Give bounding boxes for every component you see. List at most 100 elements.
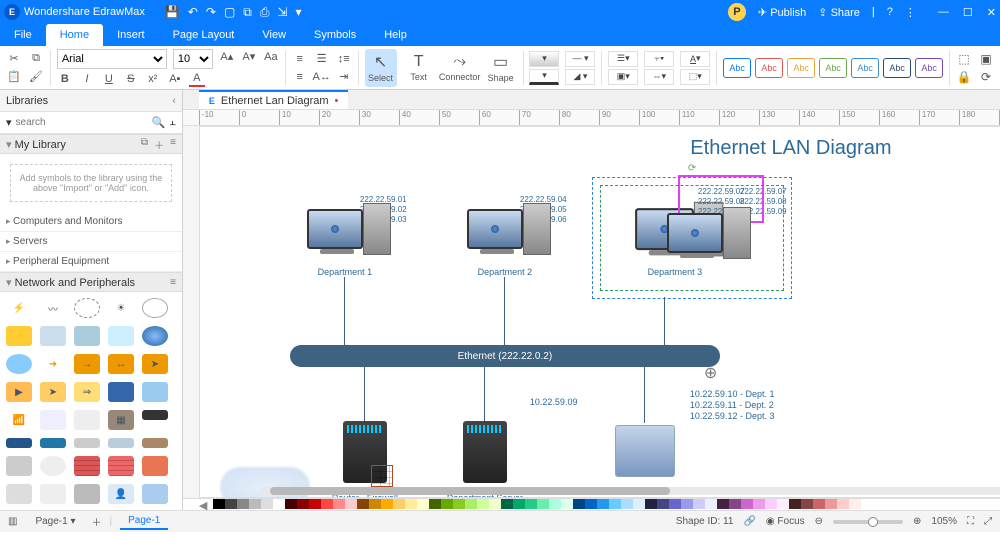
- tab-symbols[interactable]: Symbols: [300, 24, 370, 46]
- pages-icon[interactable]: ▥: [8, 516, 17, 527]
- add-page-icon[interactable]: ＋: [92, 514, 102, 529]
- open-icon[interactable]: ⧉: [243, 5, 252, 20]
- toback-icon[interactable]: ⬚: [956, 51, 972, 67]
- undo-icon[interactable]: ↶: [188, 5, 198, 20]
- print-icon[interactable]: ⎙: [260, 5, 270, 20]
- palette-swatch[interactable]: [429, 499, 441, 509]
- menu-icon[interactable]: ≡: [170, 137, 176, 152]
- palette-swatch[interactable]: [333, 499, 345, 509]
- quick-style[interactable]: Abc: [819, 58, 847, 78]
- shape-tool[interactable]: ▭Shape: [485, 49, 517, 87]
- ethernet-bus[interactable]: Ethernet (222.22.0.2): [290, 345, 720, 367]
- lock-icon[interactable]: 🔒: [956, 69, 972, 85]
- paste-icon[interactable]: 📋: [6, 69, 22, 85]
- palette-swatch[interactable]: [381, 499, 393, 509]
- italic-icon[interactable]: I: [79, 71, 95, 87]
- color-palette[interactable]: ◀: [183, 498, 1000, 510]
- align-v-icon[interactable]: ≡: [292, 69, 308, 85]
- palette-swatch[interactable]: [345, 499, 357, 509]
- zoom-slider[interactable]: [833, 520, 903, 524]
- palette-swatch[interactable]: [285, 499, 297, 509]
- palette-swatch[interactable]: [741, 499, 753, 509]
- palette-swatch[interactable]: [393, 499, 405, 509]
- quick-style[interactable]: Abc: [787, 58, 815, 78]
- filter-icon[interactable]: ⫠: [169, 116, 176, 129]
- quick-style[interactable]: Abc: [723, 58, 751, 78]
- share-button[interactable]: ⇪ Share: [818, 6, 860, 19]
- palette-swatch[interactable]: [753, 499, 765, 509]
- page-tab-1[interactable]: Page-1: [120, 513, 168, 530]
- palette-swatch[interactable]: [537, 499, 549, 509]
- settings-icon[interactable]: ⋮: [905, 6, 916, 19]
- indent-icon[interactable]: ⇥: [336, 69, 352, 85]
- quick-style[interactable]: Abc: [755, 58, 783, 78]
- palette-swatch[interactable]: [561, 499, 573, 509]
- palette-swatch[interactable]: [765, 499, 777, 509]
- palette-swatch[interactable]: [465, 499, 477, 509]
- quick-style[interactable]: Abc: [851, 58, 879, 78]
- menu-icon[interactable]: ≡: [170, 277, 176, 288]
- palette-swatch[interactable]: [525, 499, 537, 509]
- highlight-icon[interactable]: A▪: [167, 71, 183, 87]
- palette-swatch[interactable]: [309, 499, 321, 509]
- palette-swatch[interactable]: [837, 499, 849, 509]
- palette-swatch[interactable]: [369, 499, 381, 509]
- tab-home[interactable]: Home: [46, 24, 103, 46]
- palette-swatch[interactable]: [501, 499, 513, 509]
- minimize-icon[interactable]: —: [938, 6, 949, 19]
- zoom-in-icon[interactable]: ⊕: [913, 516, 921, 527]
- page-dropdown[interactable]: Page-1 ▾: [27, 514, 83, 529]
- palette-swatch[interactable]: [609, 499, 621, 509]
- quick-style[interactable]: Abc: [915, 58, 943, 78]
- palette-swatch[interactable]: [669, 499, 681, 509]
- palette-swatch[interactable]: [645, 499, 657, 509]
- shape-style-drop[interactable]: ◢ ▾: [565, 69, 595, 85]
- font-decrease-icon[interactable]: A▾: [241, 49, 257, 65]
- connector-tool[interactable]: ⤳Connector: [441, 49, 479, 87]
- quick-style[interactable]: Abc: [883, 58, 911, 78]
- align-drop[interactable]: ⫟▾: [644, 51, 674, 67]
- rotate-handle-icon[interactable]: ⟳: [688, 163, 696, 174]
- text-direction-icon[interactable]: A↔: [314, 69, 330, 85]
- format-painter-icon[interactable]: 🖌: [28, 69, 44, 85]
- search-icon[interactable]: 🔍: [152, 116, 166, 129]
- palette-swatch[interactable]: [789, 499, 801, 509]
- line-spacing-icon[interactable]: ↕≡: [336, 51, 352, 67]
- superscript-icon[interactable]: x²: [145, 71, 161, 87]
- department-1-group[interactable]: 222.22.59.01222.22.59.02222.22.59.03 Dep…: [280, 197, 410, 277]
- help-icon[interactable]: ?: [887, 6, 893, 18]
- palette-swatch[interactable]: [357, 499, 369, 509]
- copy-icon[interactable]: ⧉: [28, 51, 44, 67]
- close-icon[interactable]: ✕: [987, 6, 996, 19]
- router-firewall[interactable]: Router - Firewall: [320, 415, 410, 498]
- palette-swatch[interactable]: [297, 499, 309, 509]
- size-drop[interactable]: ⬚▾: [680, 69, 710, 85]
- palette-swatch[interactable]: [633, 499, 645, 509]
- tab-insert[interactable]: Insert: [103, 24, 159, 46]
- my-library-header[interactable]: ▾ My Library ⧉＋≡: [0, 134, 182, 154]
- font-family-select[interactable]: Arial: [57, 49, 167, 69]
- maximize-icon[interactable]: ☐: [963, 6, 973, 19]
- shape-link-icon[interactable]: 🔗: [743, 516, 755, 527]
- palette-swatch[interactable]: [585, 499, 597, 509]
- lib-cat-servers[interactable]: ▸ Servers: [0, 232, 182, 252]
- palette-swatch[interactable]: [825, 499, 837, 509]
- tofront-icon[interactable]: ▣: [978, 51, 994, 67]
- text-style-drop[interactable]: A▾: [680, 51, 710, 67]
- palette-swatch[interactable]: [513, 499, 525, 509]
- palette-swatch[interactable]: [213, 499, 225, 509]
- fit-page-icon[interactable]: ⛶: [967, 516, 974, 527]
- palette-swatch[interactable]: [621, 499, 633, 509]
- underline-icon[interactable]: U: [101, 71, 117, 87]
- palette-swatch[interactable]: [681, 499, 693, 509]
- lib-cat-computers[interactable]: ▸ Computers and Monitors: [0, 212, 182, 232]
- font-color-icon[interactable]: A: [189, 71, 205, 87]
- palette-swatch[interactable]: [849, 499, 861, 509]
- lib-cat-peripheral[interactable]: ▸ Peripheral Equipment: [0, 252, 182, 272]
- palette-swatch[interactable]: [777, 499, 789, 509]
- export-icon[interactable]: ⇲: [277, 5, 287, 20]
- palette-swatch[interactable]: [237, 499, 249, 509]
- tab-view[interactable]: View: [248, 24, 300, 46]
- palette-swatch[interactable]: [489, 499, 501, 509]
- align-left-icon[interactable]: ≡: [292, 51, 308, 67]
